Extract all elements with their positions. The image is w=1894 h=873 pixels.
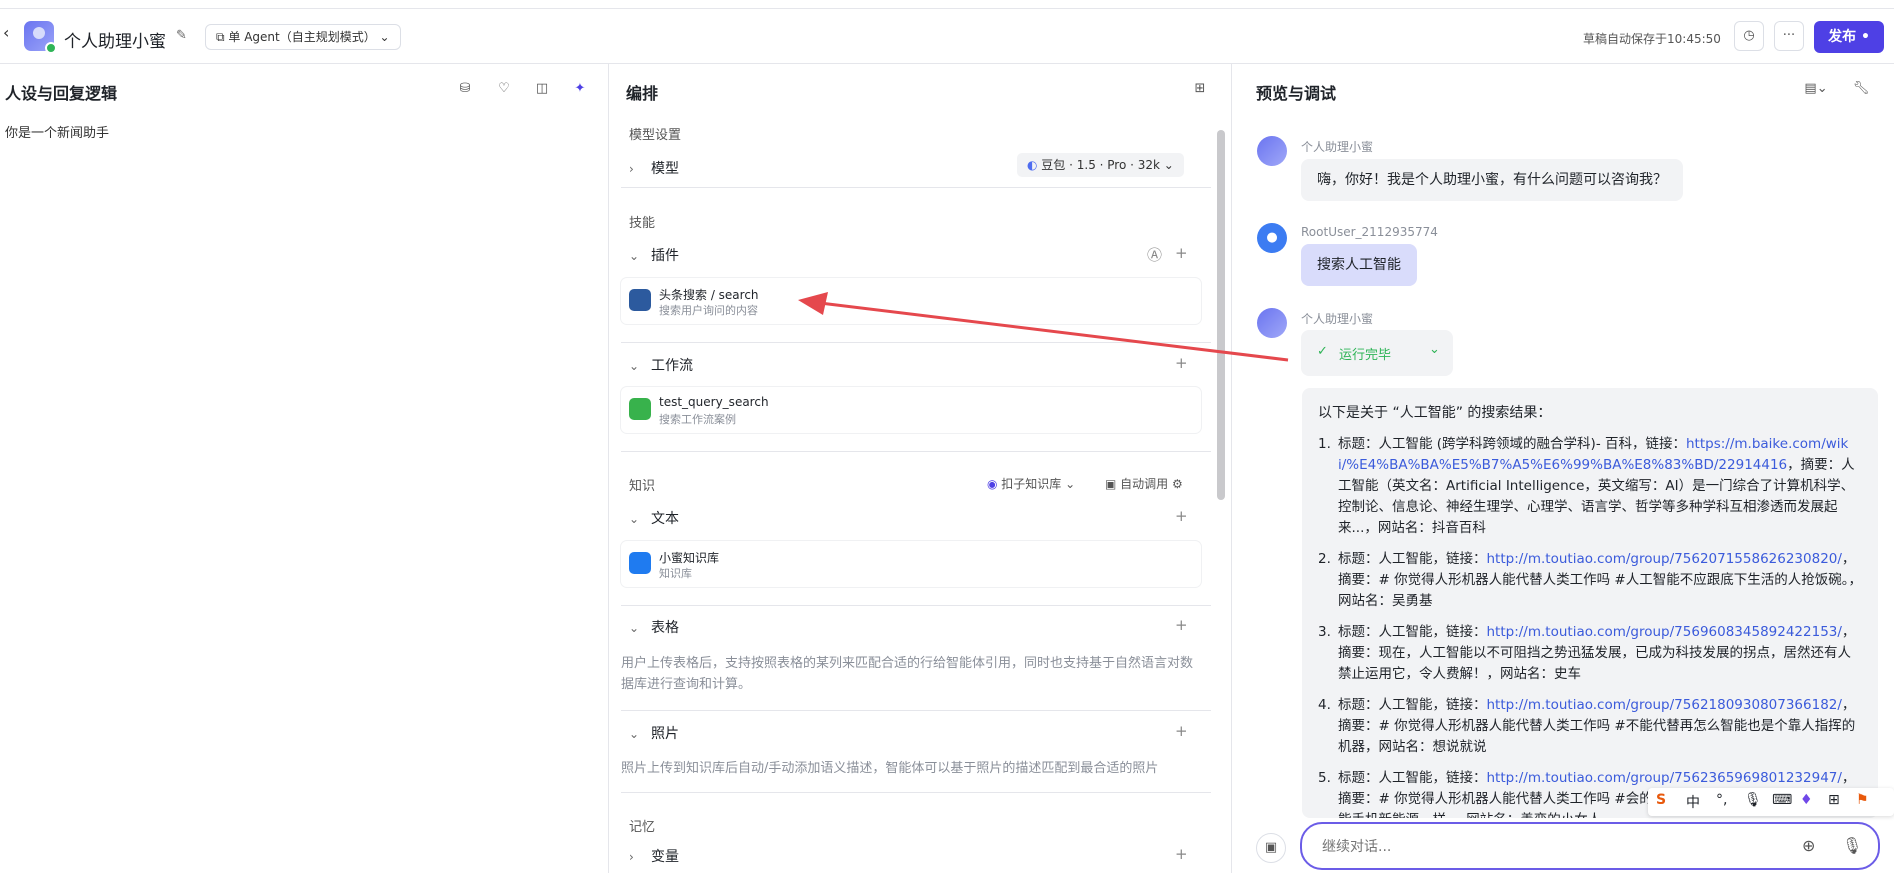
skin-icon[interactable]: ♦ bbox=[1800, 792, 1813, 808]
chat-input-bar[interactable]: ⊕ 🎙︎ bbox=[1300, 822, 1880, 870]
ime-mic-icon[interactable]: 🎙︎ bbox=[1744, 792, 1762, 808]
ime-lang-toggle[interactable]: 中 bbox=[1686, 792, 1700, 812]
toolbox-icon[interactable]: ▣ bbox=[1256, 833, 1286, 863]
microphone-icon[interactable]: 🎙︎ bbox=[1842, 836, 1862, 855]
add-attachment-icon[interactable]: ⊕ bbox=[1802, 836, 1815, 855]
shoe-icon[interactable]: ⚑ bbox=[1856, 792, 1869, 808]
annotation-arrow bbox=[798, 292, 1289, 362]
keyboard-icon[interactable]: ⌨ bbox=[1772, 792, 1792, 808]
arrow-head bbox=[798, 292, 828, 315]
ime-toolbar: S 中 °, 🎙︎ ⌨ ♦ ⊞ ⚑ bbox=[1648, 788, 1894, 816]
chat-input[interactable] bbox=[1322, 837, 1762, 857]
sogou-logo-icon: S bbox=[1656, 792, 1667, 808]
arrow-line bbox=[819, 301, 1289, 362]
punctuation-icon[interactable]: °, bbox=[1716, 792, 1727, 808]
toolbox-grid-icon[interactable]: ⊞ bbox=[1828, 792, 1840, 808]
